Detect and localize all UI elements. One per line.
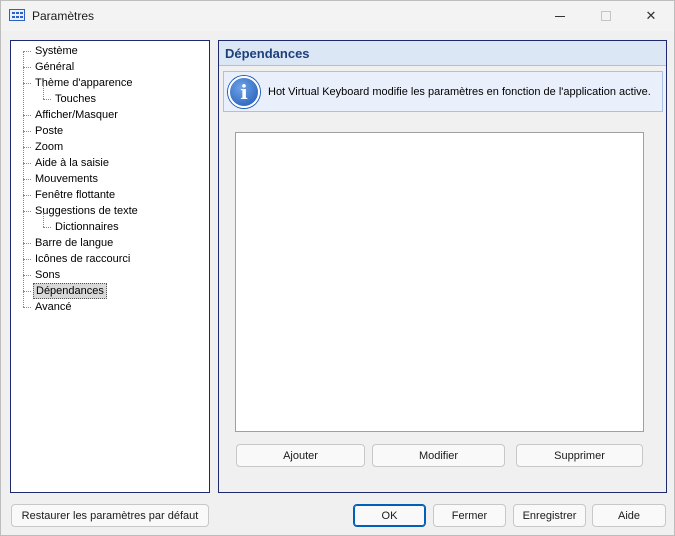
- tree-connector: [23, 115, 31, 116]
- minimize-icon: [555, 15, 565, 17]
- tree-connector: [23, 275, 31, 276]
- tree-connector: [23, 195, 31, 196]
- restore-defaults-button[interactable]: Restaurer les paramètres par défaut: [11, 504, 209, 527]
- edit-button[interactable]: Modifier: [372, 444, 505, 467]
- tree-item[interactable]: Thème d'apparence: [33, 75, 135, 91]
- window-title: Paramètres: [32, 9, 95, 23]
- maximize-button: [583, 1, 629, 31]
- tree-connector: [23, 259, 31, 260]
- tree-item[interactable]: Avancé: [33, 299, 74, 315]
- tree-connector: [23, 243, 31, 244]
- tree-connector: [23, 163, 31, 164]
- tree-connector: [23, 147, 31, 148]
- tree-item[interactable]: Barre de langue: [33, 235, 115, 251]
- tree-item[interactable]: Dépendances: [33, 283, 107, 299]
- tree-item[interactable]: Suggestions de texte: [33, 203, 140, 219]
- tree-connector: [23, 67, 31, 68]
- dependencies-list[interactable]: [235, 132, 644, 432]
- tree-connector: [23, 131, 31, 132]
- tree-connector: [23, 211, 31, 212]
- tree-item[interactable]: Afficher/Masquer: [33, 107, 120, 123]
- keyboard-icon: [9, 9, 25, 21]
- panel-header: Dépendances: [219, 41, 666, 66]
- info-icon: i: [228, 76, 260, 108]
- tree-item[interactable]: Sons: [33, 267, 62, 283]
- settings-window: Paramètres ✕ Système Général Thème d'appar…: [0, 0, 675, 536]
- tree-connector: [43, 85, 44, 99]
- tree-item[interactable]: Dictionnaires: [53, 219, 121, 235]
- maximize-icon: [601, 11, 611, 21]
- minimize-button[interactable]: [537, 1, 583, 31]
- help-button[interactable]: Aide: [592, 504, 666, 527]
- tree-connector: [23, 307, 31, 308]
- close-button[interactable]: Fermer: [433, 504, 506, 527]
- tree-connector: [23, 291, 31, 292]
- tree-item[interactable]: Touches: [53, 91, 98, 107]
- tree-item[interactable]: Général: [33, 59, 76, 75]
- info-box: i Hot Virtual Keyboard modifie les param…: [223, 71, 663, 112]
- close-window-button[interactable]: ✕: [628, 1, 674, 31]
- tree-connector: [23, 83, 31, 84]
- tree-item[interactable]: Zoom: [33, 139, 65, 155]
- tree-item[interactable]: Poste: [33, 123, 65, 139]
- tree-item[interactable]: Mouvements: [33, 171, 100, 187]
- ok-button[interactable]: OK: [353, 504, 426, 527]
- tree-connector: [43, 99, 51, 100]
- delete-button[interactable]: Supprimer: [516, 444, 643, 467]
- tree-connector: [43, 227, 51, 228]
- settings-panel: Dépendances i Hot Virtual Keyboard modif…: [218, 40, 667, 493]
- tree-item[interactable]: Icônes de raccourci: [33, 251, 132, 267]
- close-icon: ✕: [645, 8, 657, 23]
- tree-connector: [23, 179, 31, 180]
- settings-tree[interactable]: Système Général Thème d'apparence Touches Af…: [10, 40, 210, 493]
- add-button[interactable]: Ajouter: [236, 444, 365, 467]
- title-bar[interactable]: Paramètres ✕: [1, 1, 674, 31]
- tree-connector: [23, 51, 31, 52]
- tree-item[interactable]: Système: [33, 43, 80, 59]
- info-text: Hot Virtual Keyboard modifie les paramèt…: [268, 86, 651, 98]
- tree-item[interactable]: Aide à la saisie: [33, 155, 111, 171]
- save-button[interactable]: Enregistrer: [513, 504, 586, 527]
- tree-connector: [43, 213, 44, 227]
- tree-item[interactable]: Fenêtre flottante: [33, 187, 117, 203]
- panel-title: Dépendances: [225, 46, 310, 61]
